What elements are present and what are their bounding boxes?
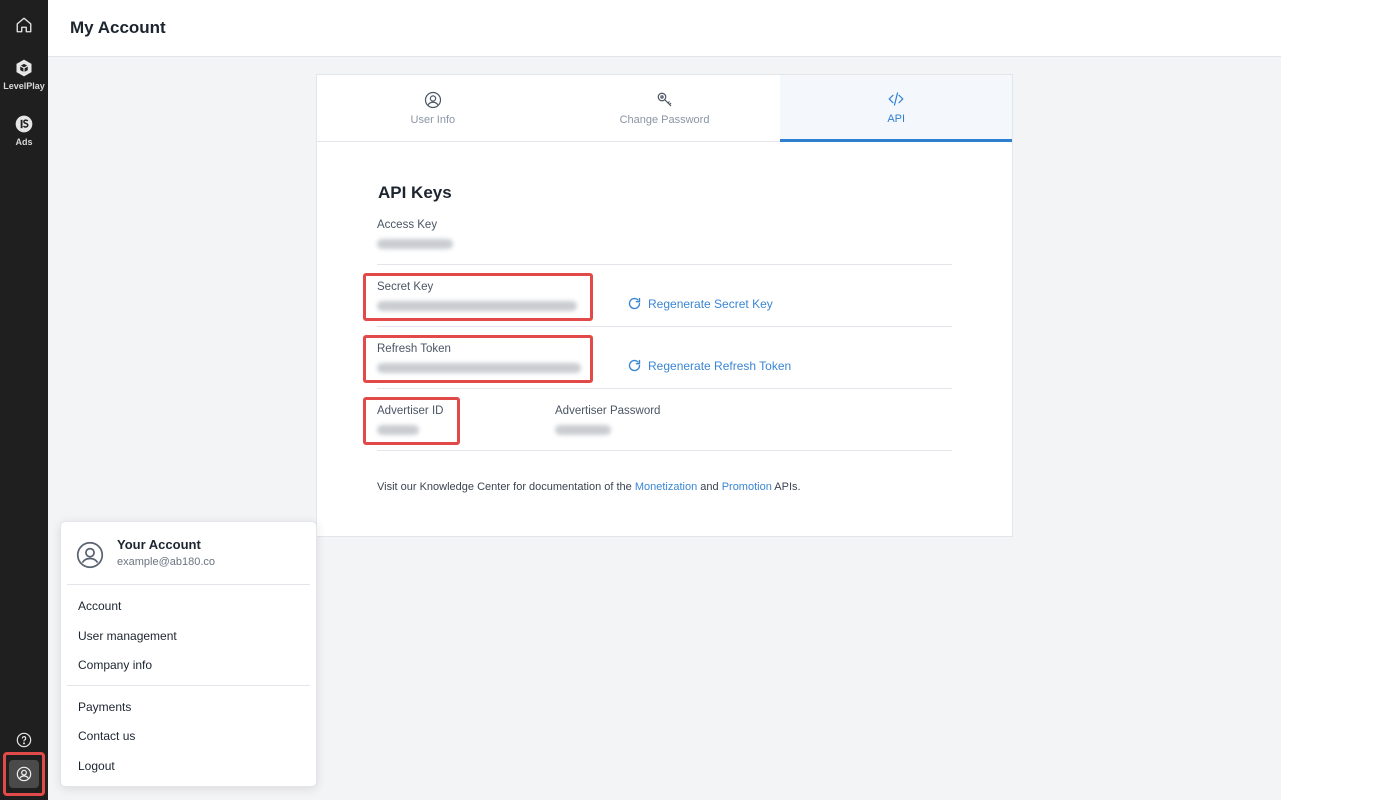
account-card: User Info Change Password API API Keys A… — [316, 74, 1013, 537]
menu-divider — [67, 584, 310, 585]
regenerate-secret-key-button[interactable]: Regenerate Secret Key — [627, 296, 773, 311]
refresh-token-highlight — [363, 335, 593, 383]
home-nav-item[interactable] — [0, 16, 48, 34]
account-popup-menu: Your Account example@ab180.co Account Us… — [60, 521, 317, 787]
divider — [377, 326, 952, 327]
note-text: Visit our Knowledge Center for documenta… — [377, 481, 635, 493]
menu-item-user-management[interactable]: User management — [78, 629, 177, 643]
levelplay-label: LevelPlay — [3, 81, 45, 91]
user-circle-icon — [424, 91, 441, 108]
menu-item-account[interactable]: Account — [78, 599, 121, 613]
advertiser-password-label: Advertiser Password — [555, 405, 661, 417]
api-keys-title: API Keys — [378, 183, 452, 202]
page-header: My Account — [48, 0, 1281, 57]
refresh-icon — [628, 359, 641, 372]
ironsource-icon — [15, 115, 33, 133]
help-nav-item[interactable] — [0, 732, 48, 748]
avatar-icon — [76, 541, 104, 569]
tab-user-info[interactable]: User Info — [317, 75, 549, 141]
menu-item-payments[interactable]: Payments — [78, 700, 131, 714]
divider — [377, 388, 952, 389]
levelplay-nav-item[interactable]: LevelPlay — [0, 58, 48, 91]
tab-api[interactable]: API — [780, 75, 1013, 142]
note-text: and — [697, 481, 722, 493]
divider — [377, 450, 952, 451]
code-icon — [888, 91, 904, 106]
regenerate-refresh-token-label: Regenerate Refresh Token — [648, 358, 792, 373]
menu-item-logout[interactable]: Logout — [78, 759, 115, 773]
note-text: APIs. — [771, 481, 801, 493]
account-button-highlight — [3, 752, 45, 796]
page-title: My Account — [70, 18, 166, 37]
regenerate-secret-key-label: Regenerate Secret Key — [648, 296, 773, 311]
left-nav-rail: LevelPlay Ads — [0, 0, 48, 800]
advertiser-password-value — [555, 425, 611, 435]
help-icon — [16, 732, 32, 748]
access-key-value — [377, 239, 453, 249]
right-blank-area — [1281, 0, 1400, 800]
divider — [377, 264, 952, 265]
home-icon — [16, 17, 32, 33]
regenerate-refresh-token-button[interactable]: Regenerate Refresh Token — [627, 358, 791, 373]
tab-label: User Info — [410, 113, 456, 126]
ads-label: Ads — [15, 137, 33, 147]
menu-divider — [67, 685, 310, 686]
key-icon — [657, 92, 671, 106]
tab-change-password[interactable]: Change Password — [549, 75, 781, 141]
monetization-link[interactable]: Monetization — [635, 481, 697, 493]
unity-cube-icon — [16, 59, 32, 77]
ads-nav-item[interactable]: Ads — [0, 114, 48, 147]
account-name: Your Account — [117, 537, 201, 552]
menu-item-contact-us[interactable]: Contact us — [78, 729, 135, 743]
account-email: example@ab180.co — [117, 556, 216, 568]
secret-key-highlight — [363, 273, 593, 321]
menu-item-company-info[interactable]: Company info — [78, 658, 152, 672]
account-tabs: User Info Change Password API — [317, 75, 1013, 142]
refresh-icon — [628, 297, 641, 310]
knowledge-center-note: Visit our Knowledge Center for documenta… — [377, 481, 801, 493]
tab-label: API — [887, 112, 906, 125]
tab-label: Change Password — [619, 113, 710, 126]
promotion-link[interactable]: Promotion — [722, 481, 772, 493]
access-key-label: Access Key — [377, 219, 438, 231]
advertiser-id-highlight — [363, 397, 460, 445]
